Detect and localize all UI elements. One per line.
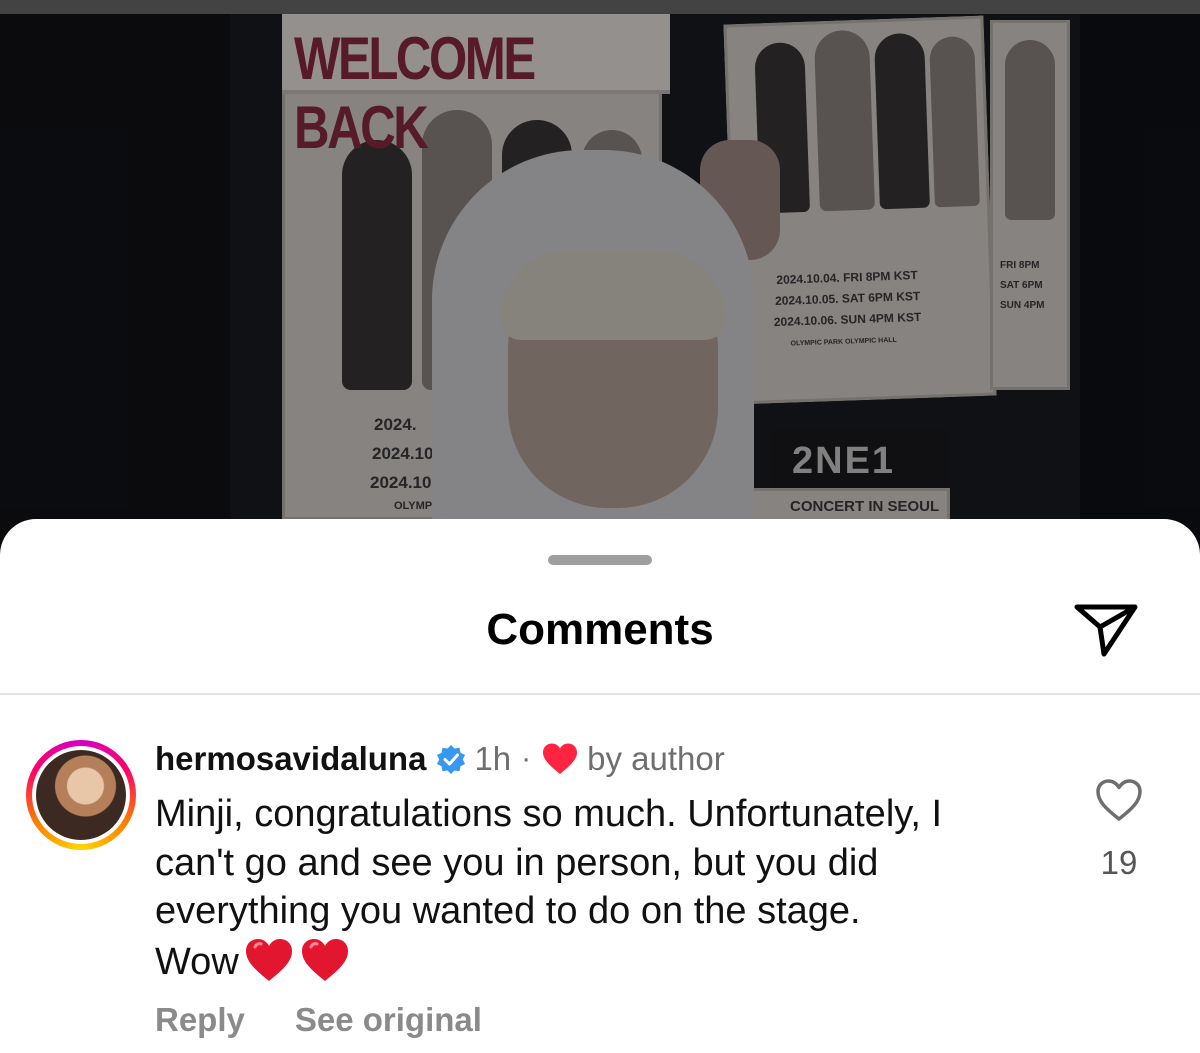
divider [0, 693, 1200, 695]
verified-badge-icon [437, 745, 466, 774]
post-photo: 2024. 2024.10. 2024.10.( OLYMPI WELCOME … [0, 0, 1200, 560]
comment-line: everything you wanted to do on the stage… [155, 890, 861, 932]
avatar[interactable] [26, 740, 136, 850]
comment-time: 1h [474, 740, 512, 777]
avatar-photo [36, 750, 126, 840]
comment-header: hermosavidaluna 1h · by author [155, 737, 725, 781]
comment-actions: Reply See original [155, 1001, 532, 1039]
username[interactable]: hermosavidaluna [155, 740, 426, 778]
comment-line-last: Wow [155, 936, 1055, 987]
comment-line-text: Wow [155, 940, 239, 983]
separator-dot: · [521, 742, 532, 775]
reply-button[interactable]: Reply [155, 1001, 245, 1039]
heart-outline-icon[interactable] [1094, 777, 1144, 823]
sheet-grabber[interactable] [548, 555, 652, 565]
comment-line: can't go and see you in person, but you … [155, 841, 879, 884]
sheet-title: Comments [486, 605, 714, 654]
liked-by-author-label: by author [587, 740, 725, 777]
red-heart-emoji [301, 938, 348, 981]
photo-dim-overlay [0, 0, 1200, 560]
see-original-button[interactable]: See original [295, 1001, 482, 1039]
red-heart-emoji [245, 938, 292, 981]
paper-plane-icon[interactable] [1072, 599, 1142, 659]
comment-text: Minji, congratulations so much. Unfortun… [155, 790, 1055, 986]
comment-line: Minji, congratulations so much. Unfortun… [155, 793, 943, 835]
comments-sheet: Comments hermosavidaluna 1h · by author … [0, 519, 1200, 1053]
heart-filled-icon [543, 743, 578, 774]
like-count: 19 [1100, 844, 1138, 881]
